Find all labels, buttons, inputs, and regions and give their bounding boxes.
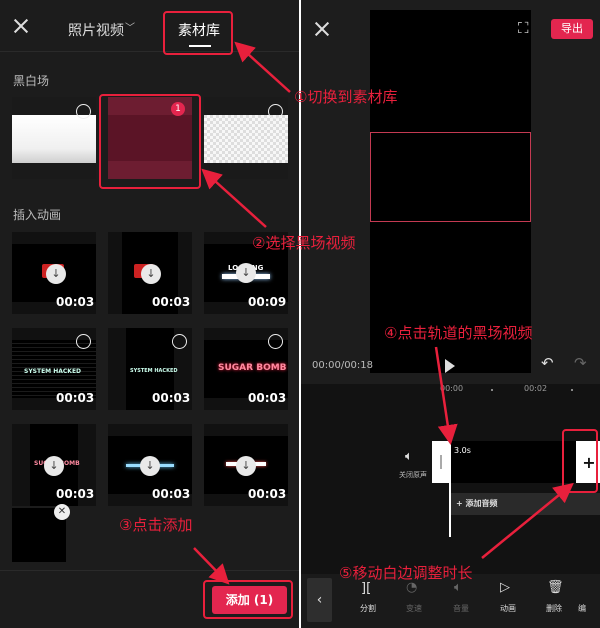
annotation-step1: ①切换到素材库 xyxy=(294,88,398,106)
annotation-arrow xyxy=(201,168,267,228)
annotation-step5: ⑤移动白边调整时长 xyxy=(339,564,473,582)
annotation-step4: ④点击轨道的黑场视频 xyxy=(384,324,533,342)
annotation-arrow xyxy=(481,482,574,559)
annotation-arrow xyxy=(434,346,458,445)
annotation-arrow xyxy=(193,547,230,585)
annotation-step3: ③点击添加 xyxy=(119,516,193,534)
annotation-step2: ②选择黑场视频 xyxy=(252,234,356,252)
annotation-arrow xyxy=(234,41,291,93)
